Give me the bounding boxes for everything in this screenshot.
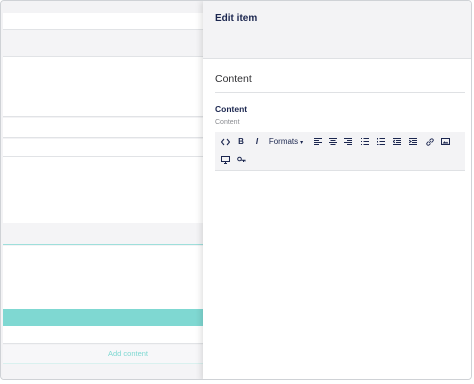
editor-row [3, 13, 203, 30]
active-block-bar[interactable] [3, 309, 203, 326]
bullet-list-icon[interactable] [357, 133, 372, 151]
numbered-list-icon[interactable] [373, 133, 388, 151]
italic-icon[interactable]: I [249, 133, 265, 151]
editor-row [3, 157, 203, 223]
macro-icon[interactable] [233, 151, 249, 169]
editor-row [3, 326, 203, 344]
image-icon[interactable] [438, 133, 453, 151]
editor-row [3, 57, 203, 117]
editor-row [3, 118, 203, 138]
panel-header: Edit item [203, 1, 471, 59]
field-description: Content [215, 119, 240, 126]
align-left-icon[interactable] [310, 133, 325, 151]
field-label: Content [215, 104, 248, 114]
chevron-down-icon: ▾ [300, 140, 304, 146]
background-content-editor: Add content [1, 1, 253, 379]
editor-row [3, 223, 203, 245]
window-frame: Add content Edit item Content Content Co… [0, 0, 472, 380]
bold-icon[interactable]: B [233, 133, 249, 151]
editor-row [3, 30, 203, 57]
indent-icon[interactable] [405, 133, 420, 151]
media-icon[interactable] [217, 151, 233, 169]
section-title: Content [215, 73, 252, 85]
link-icon[interactable] [422, 133, 437, 151]
formats-dropdown[interactable]: Formats ▾ [265, 133, 307, 151]
rich-text-toolbar: B I Formats ▾ [215, 132, 465, 171]
code-icon[interactable] [217, 133, 233, 151]
panel-title: Edit item [215, 13, 258, 24]
section-divider [215, 92, 465, 93]
outdent-icon[interactable] [389, 133, 404, 151]
edit-item-panel: Edit item Content Content Content B I Fo… [203, 1, 471, 379]
editor-row [3, 246, 203, 309]
align-center-icon[interactable] [325, 133, 340, 151]
editor-row [3, 139, 203, 157]
formats-label: Formats [268, 137, 299, 146]
editor-row [3, 364, 203, 379]
align-right-icon[interactable] [340, 133, 355, 151]
